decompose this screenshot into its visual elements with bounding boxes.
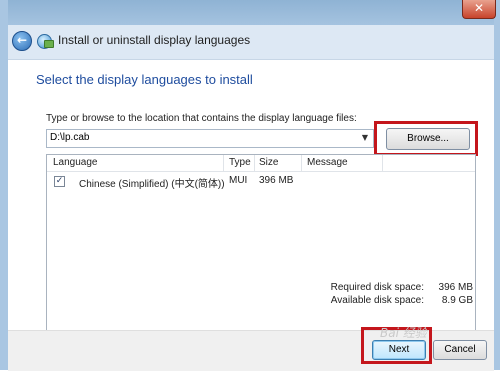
- required-space-label: Required disk space:: [330, 282, 424, 293]
- page-title: Select the display languages to install: [36, 72, 253, 87]
- column-size[interactable]: Size: [259, 157, 278, 171]
- window-frame-right: [494, 0, 500, 370]
- path-label: Type or browse to the location that cont…: [46, 113, 357, 124]
- column-language[interactable]: Language: [53, 157, 98, 171]
- back-button[interactable]: ←: [12, 31, 32, 51]
- column-divider: [254, 155, 255, 171]
- back-arrow-icon: ←: [16, 33, 28, 47]
- column-divider: [223, 155, 224, 171]
- close-icon: ✕: [473, 1, 485, 15]
- window-frame-left: [0, 0, 8, 370]
- column-message[interactable]: Message: [307, 157, 348, 171]
- language-list[interactable]: Language Type Size Message ✓ Chinese (Si…: [46, 154, 476, 337]
- window-title: Install or uninstall display languages: [58, 33, 251, 47]
- list-item[interactable]: ✓ Chinese (Simplified) (中文(简体)) MUI 396 …: [47, 172, 475, 190]
- list-header: Language Type Size Message: [47, 155, 475, 172]
- chevron-down-icon[interactable]: ▼: [359, 131, 371, 145]
- language-type: MUI: [229, 175, 248, 186]
- main-content: Select the display languages to install …: [8, 60, 494, 337]
- column-divider: [301, 155, 302, 171]
- column-divider: [382, 155, 383, 171]
- required-space-value: 396 MB: [438, 282, 473, 293]
- cancel-button[interactable]: Cancel: [433, 340, 487, 360]
- language-name: Chinese (Simplified) (中文(简体)): [79, 179, 225, 190]
- browse-highlight-box: [374, 121, 478, 156]
- column-type[interactable]: Type: [229, 157, 251, 171]
- checkmark-icon: ✓: [55, 176, 64, 186]
- watermark: Bai 经验: [380, 326, 427, 340]
- language-size: 396 MB: [259, 175, 294, 186]
- dialog-header: ← Install or uninstall display languages: [8, 25, 494, 60]
- globe-icon: [37, 34, 54, 49]
- language-checkbox[interactable]: ✓: [54, 176, 65, 187]
- path-input[interactable]: D:\lp.cab: [50, 132, 89, 143]
- close-button[interactable]: ✕: [462, 0, 496, 19]
- path-combobox[interactable]: D:\lp.cab ▼: [46, 129, 374, 148]
- available-space-value: 8.9 GB: [441, 295, 473, 306]
- available-space-label: Available disk space:: [330, 295, 424, 306]
